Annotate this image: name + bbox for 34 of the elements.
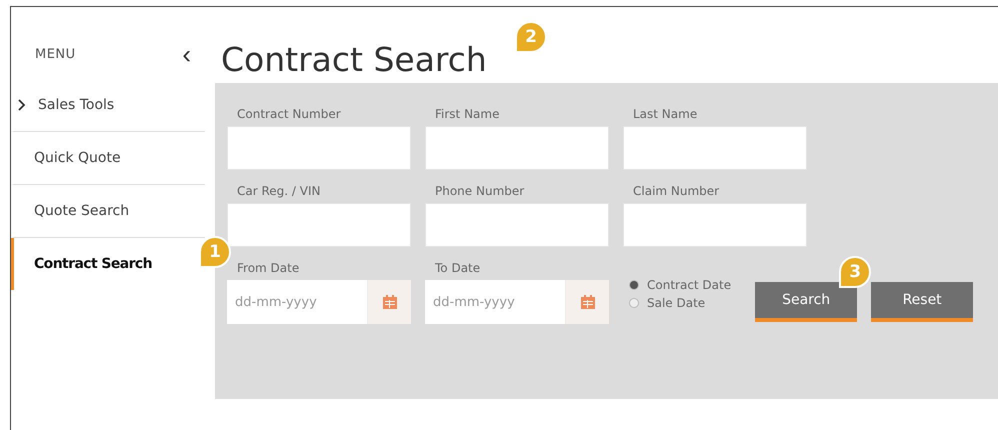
calendar-button[interactable] — [367, 280, 411, 324]
calendar-icon — [382, 294, 398, 310]
field-label: To Date — [434, 261, 482, 275]
input-field[interactable] — [623, 126, 807, 170]
calendar-icon — [580, 294, 596, 310]
date-field[interactable]: dd-mm-yyyy — [227, 280, 367, 324]
input-field[interactable] — [227, 126, 411, 170]
calendar-button[interactable] — [565, 280, 609, 324]
page-title: Contract Search — [221, 40, 487, 79]
field-label: Claim Number — [632, 184, 720, 198]
menu-title: MENU — [35, 46, 76, 62]
field-label: Last Name — [632, 107, 698, 121]
radio-option[interactable]: Contract Date — [629, 278, 732, 292]
date-field[interactable]: dd-mm-yyyy — [425, 280, 565, 324]
chevron-right-icon — [16, 99, 28, 111]
input-field[interactable] — [623, 203, 807, 247]
field-label: Phone Number — [434, 184, 526, 198]
callout-badge: 2 — [515, 21, 547, 53]
field-label: From Date — [236, 261, 300, 275]
field-label: Car Reg. / VIN — [236, 184, 322, 198]
collapse-button[interactable]: ‹ — [182, 41, 191, 67]
input-field[interactable] — [425, 203, 609, 247]
reset-button[interactable]: Reset — [871, 282, 974, 322]
input-field[interactable] — [425, 126, 609, 170]
field-label: First Name — [434, 107, 500, 121]
search-button[interactable]: Search — [755, 282, 858, 322]
radio-option[interactable]: Sale Date — [629, 296, 732, 310]
sidebar-item[interactable]: Quick Quote — [34, 150, 121, 166]
input-field[interactable] — [227, 203, 411, 247]
sidebar-item[interactable]: Contract Search — [34, 256, 152, 272]
sidebar-item[interactable]: Sales Tools — [38, 97, 114, 113]
field-label: Contract Number — [236, 107, 342, 121]
callout-badge: 3 — [839, 256, 872, 288]
sidebar-item[interactable]: Quote Search — [34, 203, 130, 219]
